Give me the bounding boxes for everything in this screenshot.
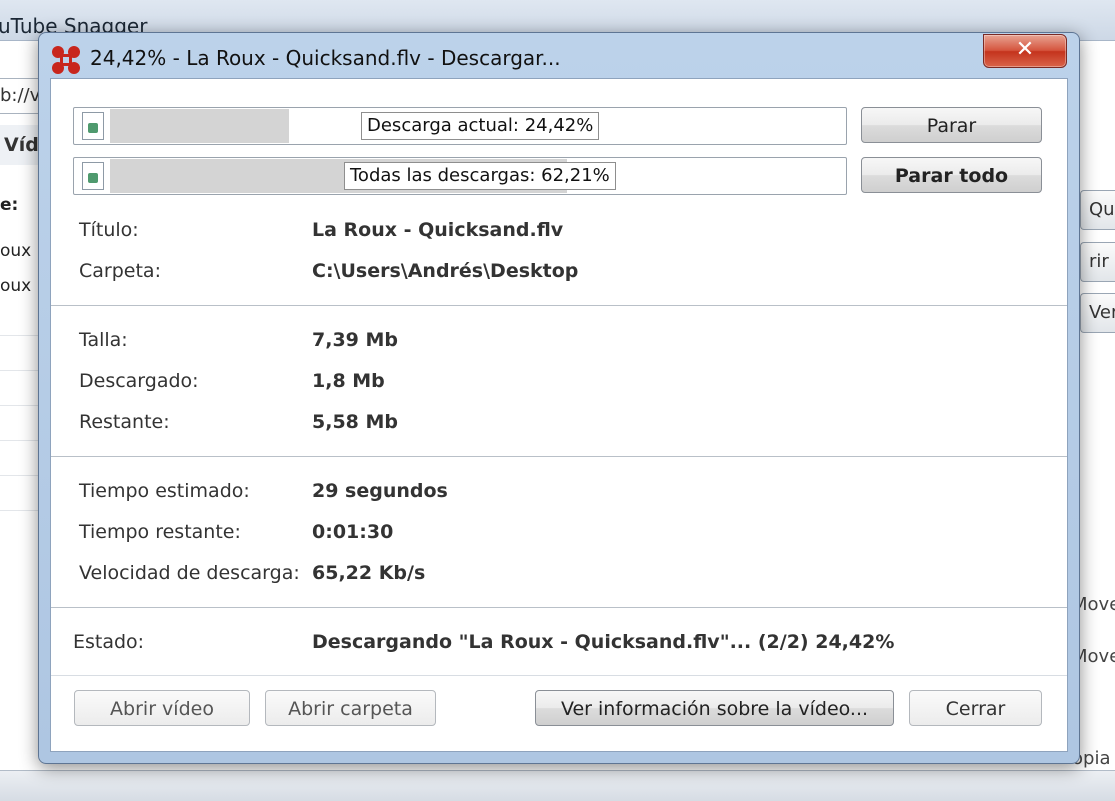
background-button-view[interactable]: Ver [1080, 293, 1115, 333]
section-divider [51, 456, 1067, 457]
dialog-title: 24,42% - La Roux - Quicksand.flv - Desca… [90, 46, 561, 70]
folder-value: C:\Users\Andrés\Desktop [312, 260, 579, 282]
background-grid-line [0, 510, 40, 511]
remaining-label: Restante: [79, 411, 170, 433]
background-grid-line [0, 335, 40, 336]
section-divider [51, 675, 1067, 676]
download-speed-label: Velocidad de descarga: [79, 562, 300, 584]
stop-all-button[interactable]: Parar todo [861, 157, 1042, 193]
background-button-open[interactable]: rir [1080, 242, 1115, 282]
dialog-content: Descarga actual: 24,42% Parar Todas las … [50, 78, 1068, 752]
background-list-item[interactable]: oux [0, 241, 31, 261]
background-grid-line [0, 440, 40, 441]
remaining-time-value: 0:01:30 [312, 521, 394, 543]
title-value: La Roux - Quicksand.flv [312, 219, 564, 241]
background-button-quick[interactable]: Qui [1080, 190, 1115, 230]
section-divider [51, 305, 1067, 306]
open-video-button[interactable]: Abrir vídeo [74, 690, 250, 726]
current-download-progress: Descarga actual: 24,42% [73, 107, 847, 145]
download-speed-value: 65,22 Kb/s [312, 562, 426, 584]
background-list-item[interactable]: oux [0, 276, 31, 296]
downloaded-value: 1,8 Mb [312, 370, 385, 392]
open-folder-button[interactable]: Abrir carpeta [265, 690, 436, 726]
file-icon [82, 162, 104, 190]
estimated-time-value: 29 segundos [312, 480, 448, 502]
total-progress-label: Todas las descargas: 62,21% [344, 162, 616, 190]
status-label: Estado: [73, 631, 145, 653]
folder-label: Carpeta: [79, 260, 161, 282]
file-icon [82, 112, 104, 140]
size-label: Talla: [79, 329, 128, 351]
close-icon: ✕ [1015, 37, 1035, 62]
status-value: Descargando "La Roux - Quicksand.flv"...… [312, 631, 895, 653]
background-grid-line [0, 370, 40, 371]
current-progress-label: Descarga actual: 24,42% [361, 112, 600, 140]
background-grid-line [0, 405, 40, 406]
stop-button[interactable]: Parar [861, 107, 1042, 143]
background-column-header[interactable]: e: [0, 195, 18, 215]
close-button[interactable]: Cerrar [909, 690, 1042, 726]
background-bottom-bar [0, 770, 1115, 801]
background-grid-line [0, 475, 40, 476]
size-value: 7,39 Mb [312, 329, 399, 351]
downloaded-label: Descargado: [79, 370, 199, 392]
section-divider [51, 607, 1067, 608]
estimated-time-label: Tiempo estimado: [79, 480, 250, 502]
close-window-button[interactable]: ✕ [983, 34, 1067, 68]
total-download-progress: Todas las descargas: 62,21% [73, 157, 847, 195]
title-label: Título: [79, 219, 139, 241]
current-progress-fill [110, 109, 289, 143]
app-logo-icon [52, 46, 80, 74]
remaining-value: 5,58 Mb [312, 411, 399, 433]
download-dialog: 24,42% - La Roux - Quicksand.flv - Desca… [38, 32, 1080, 764]
remaining-time-label: Tiempo restante: [79, 521, 241, 543]
view-video-info-button[interactable]: Ver información sobre la vídeo... [535, 690, 894, 726]
